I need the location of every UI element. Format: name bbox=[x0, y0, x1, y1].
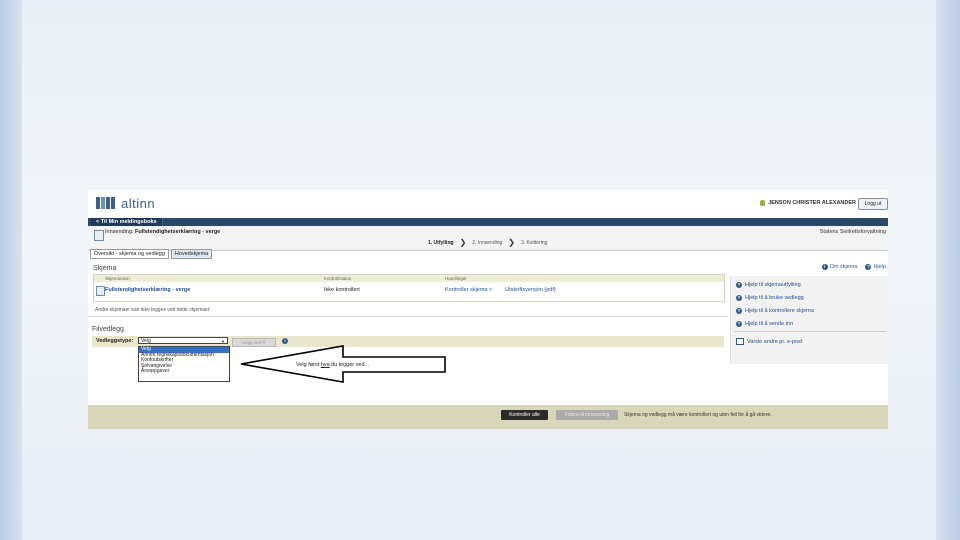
col-form-name: Skjemanavn bbox=[105, 276, 130, 281]
col-status: Kontrollstatus bbox=[324, 276, 352, 281]
print-pdf-link[interactable]: Utskriftsversjon (pdf) bbox=[505, 287, 555, 293]
col-actions: Handlinger bbox=[445, 276, 467, 281]
skjema-title: Skjema bbox=[93, 265, 117, 272]
footer-message: Skjema og vedlegg må være kontrollert og… bbox=[624, 412, 772, 418]
check-form-link[interactable]: Kontroller skjema > bbox=[445, 287, 492, 293]
slide-left-edge bbox=[0, 0, 22, 540]
help-item-label: Hjelp til å bruke vedlegg bbox=[745, 295, 804, 301]
form-table: Skjemanavn Kontrollstatus Handlinger Ful… bbox=[93, 274, 725, 302]
select-value: Velg bbox=[141, 338, 151, 344]
callout-text-post: du legger ved... bbox=[329, 362, 370, 368]
table-header: Skjemanavn Kontrollstatus Handlinger bbox=[94, 275, 724, 282]
help-item-label: Hjelp til skjemautfylling bbox=[745, 282, 801, 288]
logout-button[interactable]: Logg ut bbox=[858, 198, 888, 210]
notify-email-label: Varsle andre pr. e-post bbox=[747, 338, 803, 345]
help-item-label: Hjelp til å kontrollere skjema bbox=[745, 308, 814, 314]
step-kvittering: 3. Kvittering bbox=[521, 240, 548, 246]
about-form-label: Om skjema bbox=[829, 264, 858, 270]
callout-text: Velg først hva du legger ved... bbox=[296, 362, 369, 368]
help-link[interactable]: ? Hjelp bbox=[865, 264, 886, 270]
help-item-submit[interactable]: ? Hjelp til å sende inn bbox=[736, 321, 793, 327]
about-form-link[interactable]: i Om skjema bbox=[821, 264, 858, 270]
dropdown-caret-icon: ▼ bbox=[221, 339, 225, 344]
help-icon: ? bbox=[736, 321, 742, 327]
help-icon: ? bbox=[865, 264, 872, 270]
submission-form-name: Fullstendighetserklæring - verge bbox=[134, 229, 221, 235]
help-icon: ? bbox=[736, 295, 742, 301]
nav-bar: < Til Min meldingsboks bbox=[88, 218, 888, 226]
step-innsending: 2. Innsending bbox=[472, 240, 503, 246]
back-to-inbox-link[interactable]: < Til Min meldingsboks bbox=[91, 218, 163, 226]
document-icon bbox=[94, 230, 104, 241]
form-document-icon bbox=[96, 286, 105, 296]
sidebar-divider bbox=[734, 331, 886, 332]
sidebar-top-links: i Om skjema ? Hjelp bbox=[821, 264, 886, 270]
help-item-attachments[interactable]: ? Hjelp til å bruke vedlegg bbox=[736, 295, 804, 301]
form-name-link[interactable]: Fullstendighetserklæring - verge bbox=[105, 287, 190, 293]
info-icon: i bbox=[821, 264, 828, 270]
step-utfylling: 1. Utfylling bbox=[428, 240, 454, 246]
slide-right-edge bbox=[936, 0, 960, 540]
chevron-right-icon: ❯ bbox=[459, 238, 467, 247]
submission-title: Innsending: Fullstendighetserklæring - v… bbox=[105, 229, 220, 235]
footer-bar: Kontroller alle Videre til innsending Sk… bbox=[88, 405, 888, 429]
other-forms-note: Andre skjemaer kan ikke legges ved dette… bbox=[95, 307, 211, 313]
user-icon bbox=[760, 200, 766, 206]
submission-prefix: Innsending: bbox=[105, 229, 135, 235]
attachment-type-label: Vedleggstype: bbox=[96, 338, 134, 344]
divider bbox=[88, 316, 728, 317]
filvedlegg-title: Filvedlegg bbox=[92, 326, 124, 333]
help-item-form-filling[interactable]: ? Hjelp til skjemautfylling bbox=[736, 282, 801, 288]
screenshot: altinn JENSON CHRISTER ALEXANDER Logg ut… bbox=[88, 190, 888, 429]
attachment-type-select[interactable]: Velg ▼ bbox=[138, 337, 228, 344]
option-arsoppgaver[interactable]: Årsoppgaver bbox=[139, 368, 229, 375]
mail-icon bbox=[736, 338, 744, 345]
help-label: Hjelp bbox=[873, 264, 886, 270]
progress-steps: 1. Utfylling ❯ 2. Innsending ❯ 3. Kvitte… bbox=[428, 238, 548, 247]
user-name: JENSON CHRISTER ALEXANDER bbox=[768, 200, 856, 206]
callout-text-pre: Velg først bbox=[296, 362, 321, 368]
continue-to-submit-button[interactable]: Videre til innsending bbox=[556, 410, 618, 420]
info-icon[interactable]: i bbox=[282, 338, 288, 344]
check-all-button[interactable]: Kontroller alle bbox=[501, 410, 548, 420]
form-status: Ikke kontrollert bbox=[324, 287, 360, 293]
help-sidebar: ? Hjelp til skjemautfylling ? Hjelp til å … bbox=[730, 276, 888, 364]
top-bar: altinn JENSON CHRISTER ALEXANDER Logg ut bbox=[88, 190, 888, 218]
table-row: Fullstendighetserklæring - verge Ikke ko… bbox=[94, 282, 724, 298]
agency-name: Statens Sivilrettsforvaltning bbox=[819, 229, 886, 235]
submission-header: Innsending: Fullstendighetserklæring - v… bbox=[88, 226, 888, 251]
main-content: Skjema Skjemanavn Kontrollstatus Handlin… bbox=[88, 258, 728, 408]
help-item-check-form[interactable]: ? Hjelp til å kontrollere skjema bbox=[736, 308, 814, 314]
logo[interactable]: altinn bbox=[96, 195, 156, 211]
help-item-label: Hjelp til å sende inn bbox=[745, 321, 794, 327]
notify-email-link[interactable]: Varsle andre pr. e-post bbox=[736, 338, 802, 345]
help-icon: ? bbox=[736, 282, 742, 288]
help-icon: ? bbox=[736, 308, 742, 314]
chevron-right-icon: ❯ bbox=[508, 238, 515, 247]
user-info: JENSON CHRISTER ALEXANDER bbox=[760, 200, 856, 206]
attachment-type-dropdown: Velg Annen regnskapsdokumentasjon Kontou… bbox=[138, 346, 230, 382]
logo-text: altinn bbox=[121, 195, 156, 211]
logo-mark-icon bbox=[96, 197, 115, 209]
callout-text-emphasis: hva bbox=[320, 362, 330, 368]
